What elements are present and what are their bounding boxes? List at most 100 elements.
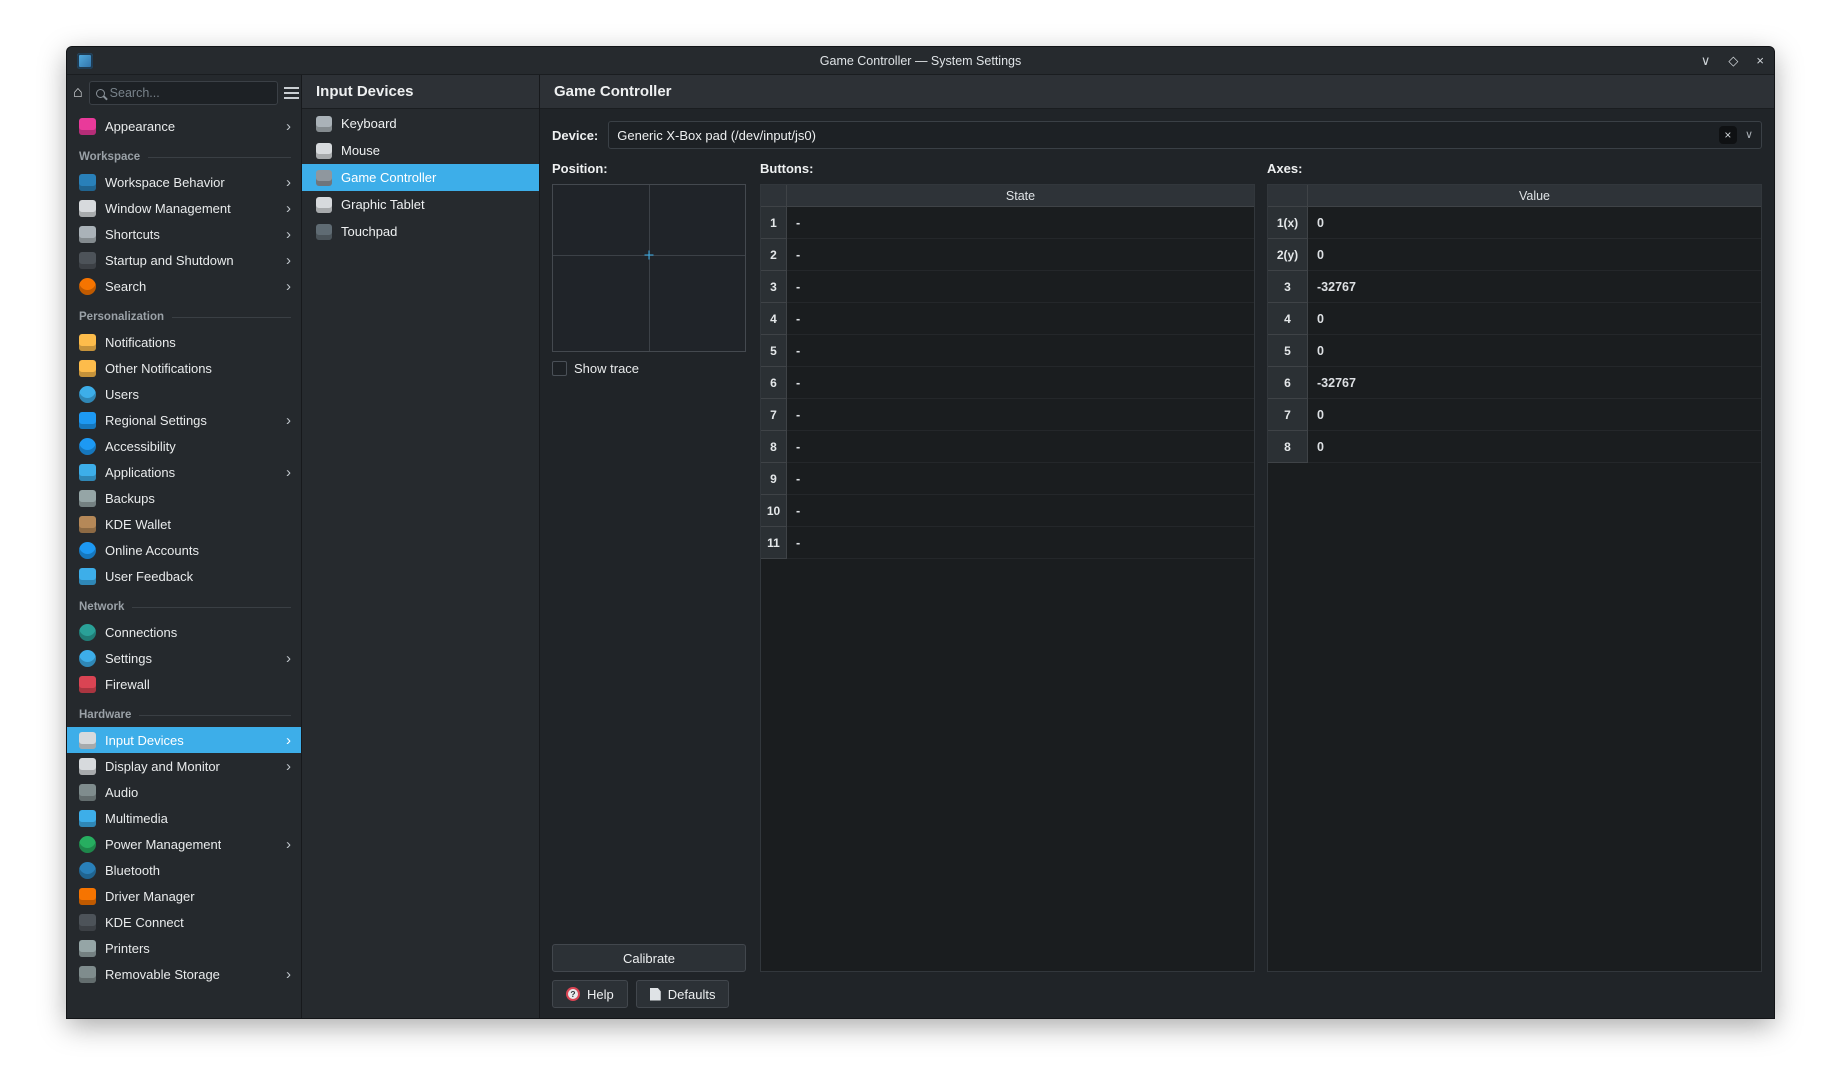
help-button[interactable]: ? Help bbox=[552, 980, 628, 1008]
hamburger-menu-button[interactable] bbox=[284, 80, 299, 106]
window-title: Game Controller — System Settings bbox=[820, 54, 1021, 68]
sidebar-item-kde-wallet[interactable]: KDE Wallet bbox=[67, 511, 301, 537]
sidebar-item-shortcuts[interactable]: Shortcuts› bbox=[67, 221, 301, 247]
button-row: 3- bbox=[761, 271, 1254, 303]
regional-settings-icon bbox=[79, 412, 96, 429]
sidebar-item-driver-manager[interactable]: Driver Manager bbox=[67, 883, 301, 909]
clear-device-icon[interactable]: × bbox=[1719, 126, 1737, 144]
sidebar-item-power-management[interactable]: Power Management› bbox=[67, 831, 301, 857]
search-input[interactable] bbox=[110, 86, 271, 100]
chevron-right-icon: › bbox=[286, 201, 291, 216]
device-item-game-controller[interactable]: Game Controller bbox=[302, 164, 539, 191]
sidebar-item-label: Accessibility bbox=[105, 439, 176, 454]
device-item-mouse[interactable]: Mouse bbox=[302, 137, 539, 164]
sidebar-item-label: Startup and Shutdown bbox=[105, 253, 234, 268]
button-value: - bbox=[787, 527, 1254, 558]
sidebar-item-removable-storage[interactable]: Removable Storage› bbox=[67, 961, 301, 987]
sidebar-item-label: Users bbox=[105, 387, 139, 402]
sidebar-item-other-notifications[interactable]: Other Notifications bbox=[67, 355, 301, 381]
sidebar-item-printers[interactable]: Printers bbox=[67, 935, 301, 961]
sidebar-item-online-accounts[interactable]: Online Accounts bbox=[67, 537, 301, 563]
button-number: 8 bbox=[761, 431, 787, 463]
sidebar-item-firewall[interactable]: Firewall bbox=[67, 671, 301, 697]
section-divider-line bbox=[148, 157, 291, 158]
backups-icon bbox=[79, 490, 96, 507]
sidebar-item-connections[interactable]: Connections bbox=[67, 619, 301, 645]
button-row: 6- bbox=[761, 367, 1254, 399]
network-settings-icon bbox=[79, 650, 96, 667]
sidebar-item-label: Multimedia bbox=[105, 811, 168, 826]
driver-manager-icon bbox=[79, 888, 96, 905]
device-category-list: KeyboardMouseGame ControllerGraphic Tabl… bbox=[302, 109, 539, 245]
show-trace-checkbox[interactable]: Show trace bbox=[552, 361, 748, 376]
device-item-keyboard[interactable]: Keyboard bbox=[302, 110, 539, 137]
accessibility-icon bbox=[79, 438, 96, 455]
button-row: 8- bbox=[761, 431, 1254, 463]
page-title: Game Controller bbox=[540, 75, 1774, 109]
checkbox-box-icon[interactable] bbox=[552, 361, 567, 376]
device-item-touchpad[interactable]: Touchpad bbox=[302, 218, 539, 245]
sidebar-item-appearance[interactable]: Appearance› bbox=[67, 113, 301, 139]
connections-icon bbox=[79, 624, 96, 641]
sidebar-item-label: Bluetooth bbox=[105, 863, 160, 878]
chevron-right-icon: › bbox=[286, 253, 291, 268]
sidebar-section-label: Network bbox=[79, 601, 124, 613]
search-settings-icon bbox=[79, 278, 96, 295]
sidebar-item-users[interactable]: Users bbox=[67, 381, 301, 407]
sidebar-item-audio[interactable]: Audio bbox=[67, 779, 301, 805]
removable-storage-icon bbox=[79, 966, 96, 983]
sidebar-item-startup-and-shutdown[interactable]: Startup and Shutdown › bbox=[67, 247, 301, 273]
sidebar-item-multimedia[interactable]: Multimedia bbox=[67, 805, 301, 831]
button-value: - bbox=[787, 431, 1254, 462]
buttons-table: State 1-2-3-4-5-6-7-8-9-10-11- bbox=[760, 184, 1255, 972]
sidebar-item-label: Window Management bbox=[105, 201, 231, 216]
input-devices-icon bbox=[79, 732, 96, 749]
crosshair-vertical-line bbox=[649, 185, 650, 351]
sidebar-item-settings[interactable]: Settings› bbox=[67, 645, 301, 671]
axis-number: 6 bbox=[1268, 367, 1308, 399]
calibrate-button[interactable]: Calibrate bbox=[552, 944, 746, 972]
axis-number: 2(y) bbox=[1268, 239, 1308, 271]
button-value: - bbox=[787, 335, 1254, 366]
sidebar-item-workspace-behavior[interactable]: Workspace Behavior › bbox=[67, 169, 301, 195]
sidebar-item-label: Regional Settings bbox=[105, 413, 207, 428]
graphic-tablet-icon bbox=[316, 197, 332, 213]
sidebar-item-kde-connect[interactable]: KDE Connect bbox=[67, 909, 301, 935]
sidebar-item-notifications[interactable]: Notifications bbox=[67, 329, 301, 355]
home-button[interactable]: ⌂ bbox=[73, 80, 83, 106]
axis-value: 0 bbox=[1308, 239, 1761, 270]
sidebar-item-user-feedback[interactable]: User Feedback bbox=[67, 563, 301, 589]
sidebar-section-personalization: Personalization bbox=[67, 305, 301, 329]
sidebar-item-display-and-monitor[interactable]: Display and Monitor› bbox=[67, 753, 301, 779]
sidebar-item-bluetooth[interactable]: Bluetooth bbox=[67, 857, 301, 883]
sidebar-item-backups[interactable]: Backups bbox=[67, 485, 301, 511]
sidebar-item-search[interactable]: Search› bbox=[67, 273, 301, 299]
sidebar-item-label: Settings bbox=[105, 651, 152, 666]
sidebar-item-label: Workspace Behavior bbox=[105, 175, 225, 190]
maximize-icon[interactable]: ◇ bbox=[1728, 54, 1738, 67]
chevron-right-icon: › bbox=[286, 227, 291, 242]
sidebar-item-label: Printers bbox=[105, 941, 150, 956]
sidebar-item-input-devices[interactable]: Input Devices› bbox=[67, 727, 301, 753]
close-icon[interactable]: × bbox=[1756, 54, 1764, 67]
minimize-icon[interactable]: ∨ bbox=[1701, 54, 1711, 67]
button-number: 6 bbox=[761, 367, 787, 399]
defaults-button[interactable]: Defaults bbox=[636, 980, 730, 1008]
sidebar-item-label: Notifications bbox=[105, 335, 176, 350]
axis-value: 0 bbox=[1308, 335, 1761, 366]
device-item-graphic-tablet[interactable]: Graphic Tablet bbox=[302, 191, 539, 218]
chevron-right-icon: › bbox=[286, 175, 291, 190]
chevron-down-icon[interactable]: ∨ bbox=[1745, 130, 1753, 141]
button-value: - bbox=[787, 207, 1254, 238]
device-combobox[interactable]: Generic X-Box pad (/dev/input/js0) × ∨ bbox=[608, 121, 1762, 149]
sidebar-item-window-management[interactable]: Window Management › bbox=[67, 195, 301, 221]
section-divider-line bbox=[172, 317, 291, 318]
button-row: 2- bbox=[761, 239, 1254, 271]
window-controls: ∨ ◇ × bbox=[1701, 54, 1764, 67]
sidebar-item-applications[interactable]: Applications› bbox=[67, 459, 301, 485]
search-field[interactable] bbox=[89, 81, 278, 105]
sidebar-item-regional-settings[interactable]: Regional Settings› bbox=[67, 407, 301, 433]
sidebar-item-accessibility[interactable]: Accessibility bbox=[67, 433, 301, 459]
button-value: - bbox=[787, 495, 1254, 526]
button-row: 1- bbox=[761, 207, 1254, 239]
